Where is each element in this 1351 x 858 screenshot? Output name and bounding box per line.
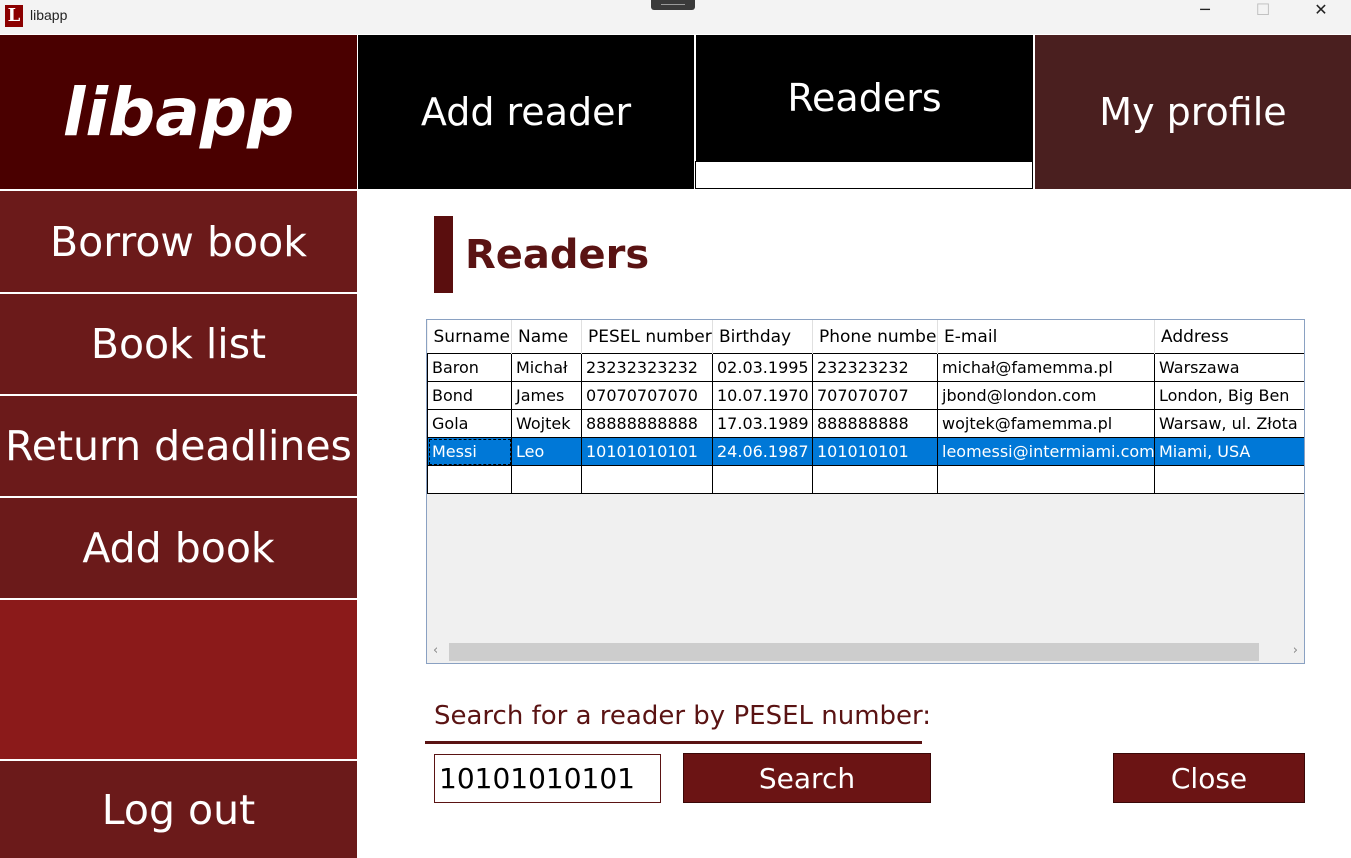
maximize-button[interactable]: ☐ <box>1234 0 1292 32</box>
tab-readers-label: Readers <box>787 76 942 120</box>
table-cell[interactable]: 232323232 <box>812 353 938 382</box>
search-label-underline <box>425 741 922 744</box>
table-cell[interactable]: 101010101 <box>812 437 938 466</box>
readers-table[interactable]: Surname Name PESEL number Birthday Phone… <box>426 319 1305 664</box>
tab-add-reader-label: Add reader <box>420 90 632 134</box>
logout-button[interactable]: Log out <box>0 761 357 858</box>
table-cell[interactable]: Messi <box>427 437 512 466</box>
table-cell[interactable]: 888888888 <box>812 409 938 438</box>
table-cell[interactable]: 88888888888 <box>581 409 713 438</box>
tab-my-profile-label: My profile <box>1099 90 1287 134</box>
table-cell[interactable]: Wojtek <box>511 409 582 438</box>
app-icon: L <box>5 5 23 27</box>
search-label: Search for a reader by PESEL number: <box>434 701 932 731</box>
table-cell[interactable]: Warszawa <box>1154 353 1304 382</box>
close-button[interactable]: Close <box>1113 753 1305 803</box>
table-row-new[interactable] <box>427 465 1304 494</box>
table-cell[interactable]: 02.03.1995 <box>712 353 813 382</box>
scroll-left-icon[interactable]: ‹ <box>433 643 438 658</box>
tab-my-profile[interactable]: My profile <box>1035 35 1351 189</box>
column-header-phone[interactable]: Phone number <box>812 320 938 354</box>
horizontal-scrollbar[interactable]: ‹ › <box>427 641 1304 663</box>
table-cell[interactable]: 23232323232 <box>581 353 713 382</box>
active-tab-indicator <box>695 161 1033 189</box>
table-cell[interactable] <box>1154 465 1304 494</box>
table-cell[interactable]: 707070707 <box>812 381 938 410</box>
table-cell[interactable] <box>427 465 512 494</box>
close-window-button[interactable]: ✕ <box>1292 0 1350 32</box>
sidebar-filler <box>0 600 357 759</box>
scrollbar-thumb[interactable] <box>449 643 1259 661</box>
column-header-birthday[interactable]: Birthday <box>712 320 813 354</box>
tab-readers[interactable]: Readers <box>696 35 1033 161</box>
column-header-name[interactable]: Name <box>511 320 582 354</box>
table-row[interactable]: Gola Wojtek 88888888888 17.03.1989 88888… <box>427 409 1304 438</box>
sidebar-item-add-book[interactable]: Add book <box>0 498 357 598</box>
table-cell[interactable] <box>937 465 1155 494</box>
scroll-right-icon[interactable]: › <box>1293 643 1298 658</box>
logo-block: libapp <box>0 35 357 189</box>
table-cell[interactable]: 10101010101 <box>581 437 713 466</box>
column-header-email[interactable]: E-mail <box>937 320 1155 354</box>
sidebar-item-label: Return deadlines <box>5 422 352 470</box>
table-cell[interactable]: James <box>511 381 582 410</box>
table-cell[interactable]: jbond@london.com <box>937 381 1155 410</box>
table-cell[interactable] <box>812 465 938 494</box>
table-cell[interactable]: London, Big Ben <box>1154 381 1304 410</box>
sidebar-item-return-deadlines[interactable]: Return deadlines <box>0 396 357 496</box>
logout-label: Log out <box>101 785 256 834</box>
table-cell[interactable]: Baron <box>427 353 512 382</box>
column-header-surname[interactable]: Surname <box>427 320 512 354</box>
table-header-row: Surname Name PESEL number Birthday Phone… <box>427 320 1304 354</box>
table-cell[interactable]: leomessi@intermiami.com <box>937 437 1155 466</box>
table-cell[interactable] <box>712 465 813 494</box>
table-cell[interactable]: Miami, USA <box>1154 437 1304 466</box>
title-bar: L libapp ─ ☐ ✕ <box>0 0 1351 34</box>
table-cell[interactable]: 17.03.1989 <box>712 409 813 438</box>
tab-add-reader[interactable]: Add reader <box>358 35 694 189</box>
sidebar-item-book-list[interactable]: Book list <box>0 294 357 394</box>
table-row[interactable]: Bond James 07070707070 10.07.1970 707070… <box>427 381 1304 410</box>
sidebar-item-label: Add book <box>82 524 275 572</box>
sidebar-item-label: Book list <box>90 320 267 368</box>
table-cell[interactable]: Michał <box>511 353 582 382</box>
table-row[interactable]: Baron Michał 23232323232 02.03.1995 2323… <box>427 353 1304 382</box>
heading-accent-bar <box>434 216 453 293</box>
table-cell[interactable]: Leo <box>511 437 582 466</box>
table-cell[interactable]: Bond <box>427 381 512 410</box>
table-cell[interactable]: wojtek@famemma.pl <box>937 409 1155 438</box>
table-cell[interactable]: Warsaw, ul. Złota <box>1154 409 1304 438</box>
window-title: libapp <box>30 7 68 23</box>
column-header-address[interactable]: Address <box>1154 320 1304 354</box>
minimize-button[interactable]: ─ <box>1176 0 1234 32</box>
table-row-selected[interactable]: Messi Leo 10101010101 24.06.1987 1010101… <box>427 437 1304 466</box>
table-cell[interactable]: 07070707070 <box>581 381 713 410</box>
table-cell[interactable]: Gola <box>427 409 512 438</box>
app-logo: libapp <box>62 73 295 151</box>
page-title: Readers <box>465 232 650 278</box>
pesel-search-input[interactable] <box>434 754 661 803</box>
table-cell[interactable]: 10.07.1970 <box>712 381 813 410</box>
table-cell[interactable] <box>511 465 582 494</box>
column-header-pesel[interactable]: PESEL number <box>581 320 713 354</box>
snap-grip-handle[interactable] <box>651 0 695 10</box>
sidebar-item-borrow-book[interactable]: Borrow book <box>0 191 357 292</box>
table-cell[interactable] <box>581 465 713 494</box>
search-button[interactable]: Search <box>683 753 931 803</box>
table-cell[interactable]: michał@famemma.pl <box>937 353 1155 382</box>
table-cell[interactable]: 24.06.1987 <box>712 437 813 466</box>
sidebar-item-label: Borrow book <box>50 217 307 266</box>
